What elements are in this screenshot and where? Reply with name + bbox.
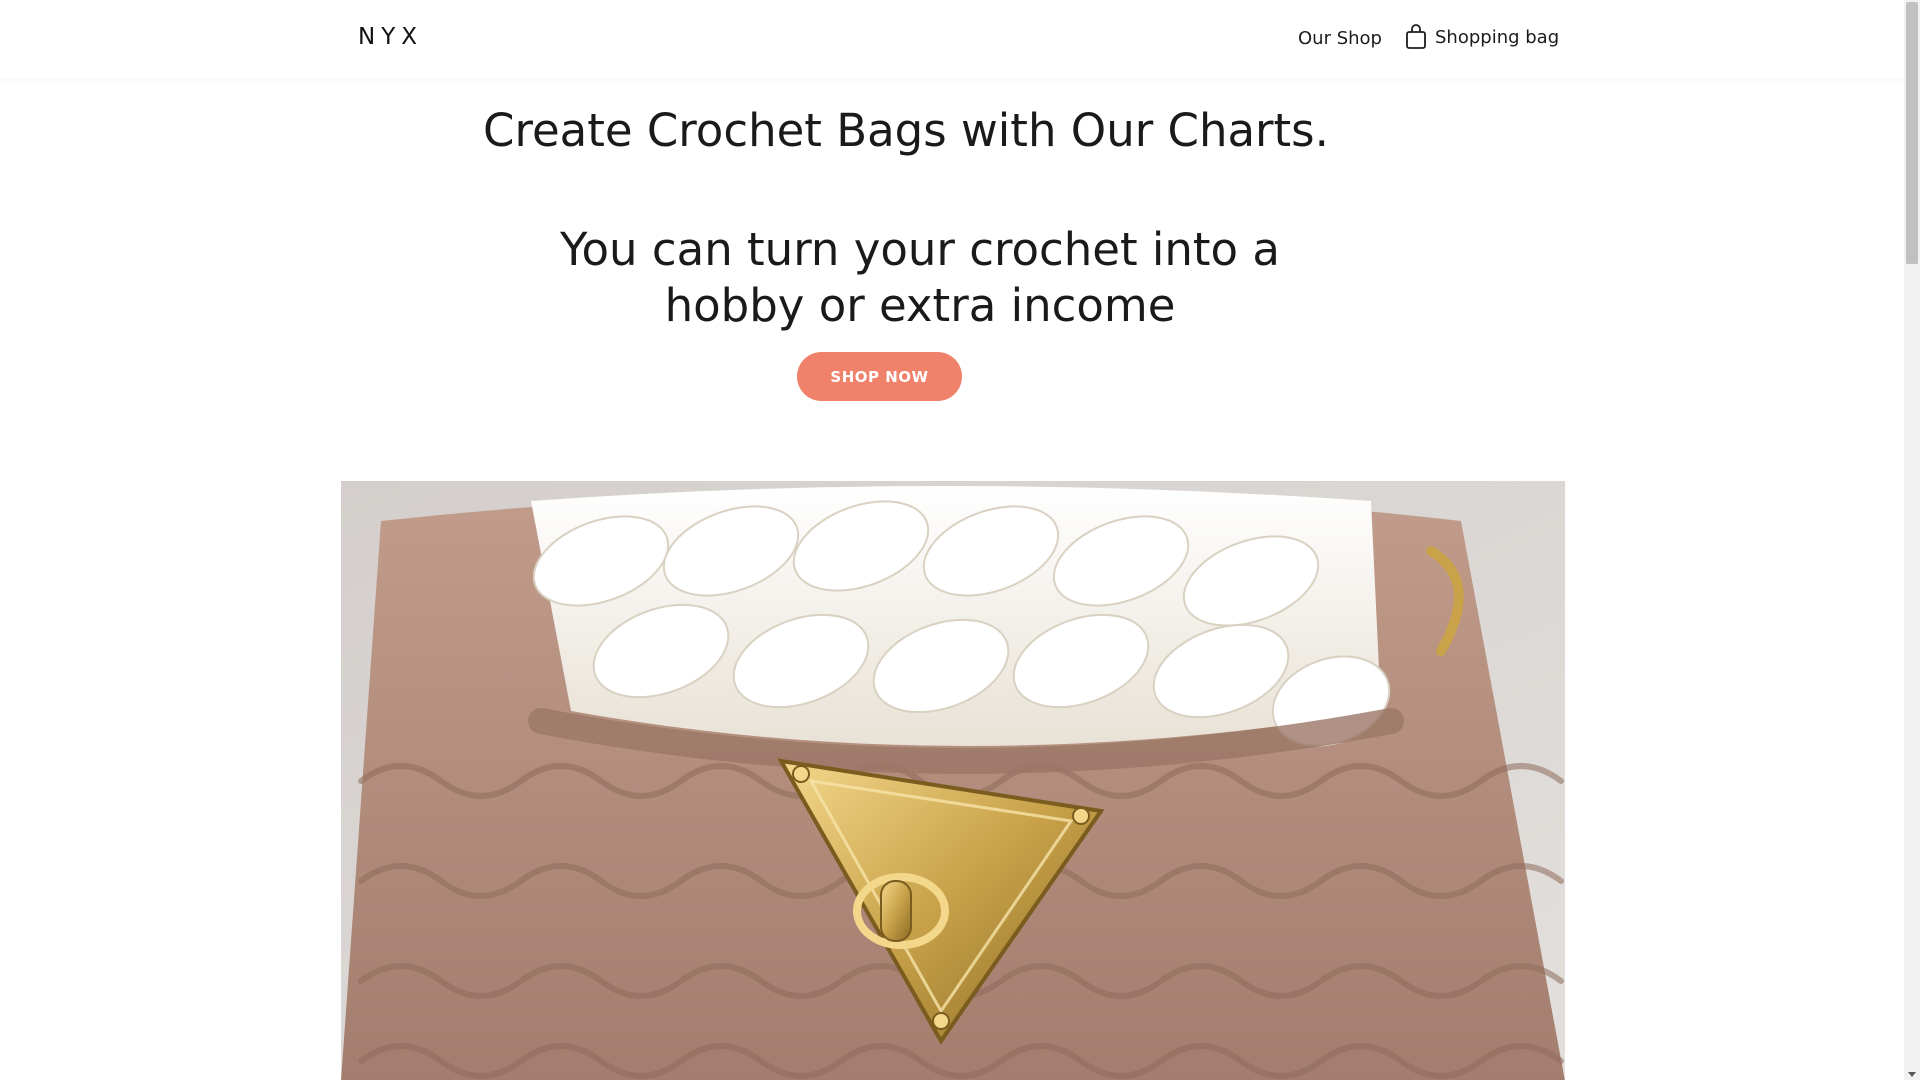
scrollbar-thumb[interactable] — [1906, 2, 1918, 264]
hero-title: Create Crochet Bags with Our Charts. — [483, 104, 1329, 157]
site-header: NYX Our Shop Shopping bag — [0, 0, 1904, 78]
page: NYX Our Shop Shopping bag Create Crochet… — [0, 0, 1920, 1080]
scroll-down-arrow-icon[interactable] — [1908, 1072, 1916, 1077]
shop-now-button[interactable]: SHOP NOW — [797, 352, 962, 401]
site-logo[interactable]: NYX — [358, 24, 423, 50]
viewport: NYX Our Shop Shopping bag Create Crochet… — [0, 0, 1904, 1080]
hero-subtitle: You can turn your crochet into a hobby o… — [560, 223, 1280, 332]
nav-our-shop[interactable]: Our Shop — [1298, 28, 1382, 49]
shopping-bag-label: Shopping bag — [1435, 26, 1560, 48]
vertical-scrollbar[interactable] — [1904, 0, 1920, 1080]
shopping-bag-icon — [1405, 24, 1427, 50]
shopping-bag-button[interactable]: Shopping bag — [1405, 22, 1559, 52]
hero-image — [341, 481, 1565, 1080]
